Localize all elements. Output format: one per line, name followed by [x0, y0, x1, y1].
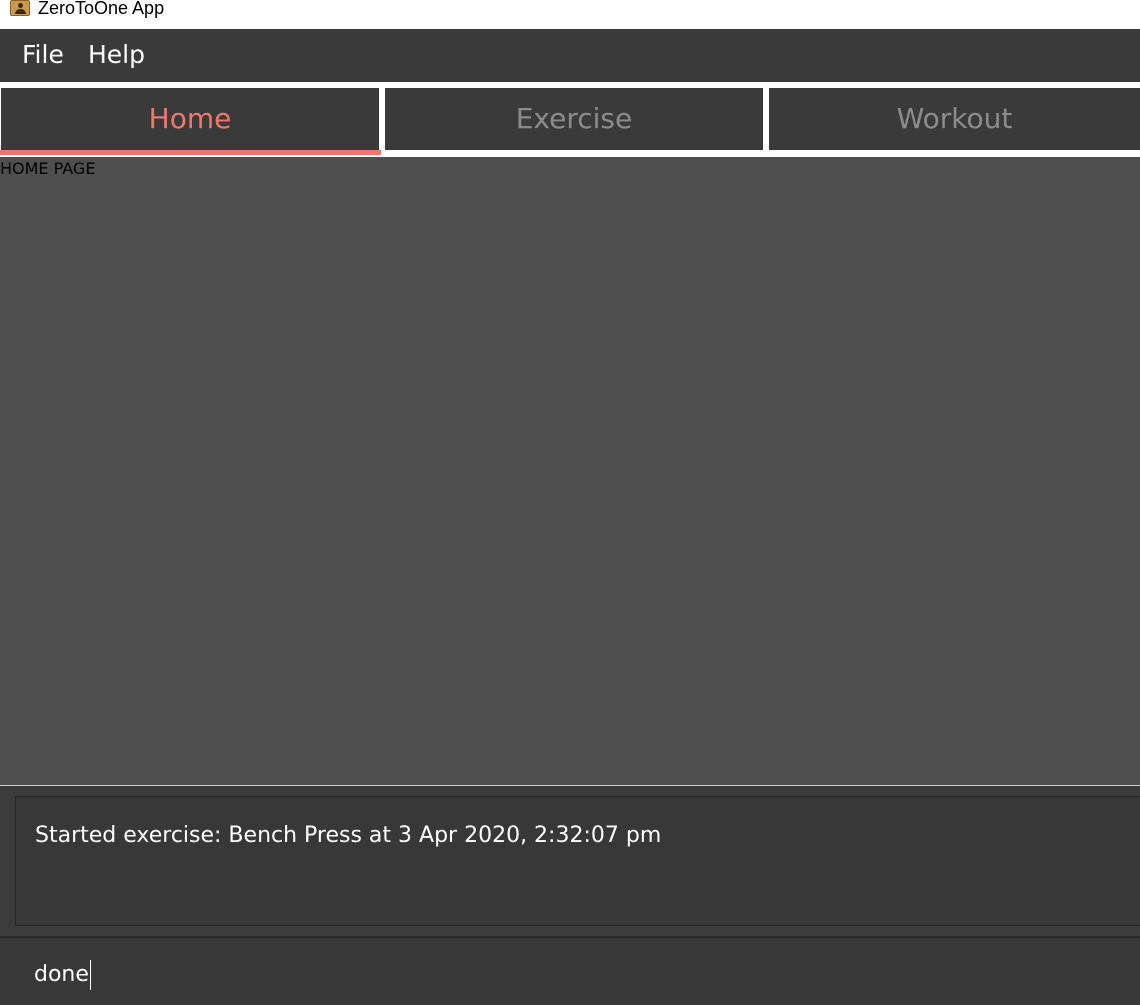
menu-file[interactable]: File: [22, 39, 64, 71]
tab-exercise[interactable]: Exercise: [385, 88, 763, 150]
command-input-value: done: [34, 962, 89, 987]
page-title: HOME PAGE: [0, 159, 96, 178]
app-contact-icon: [10, 0, 30, 16]
command-box[interactable]: done: [0, 936, 1140, 1005]
text-caret: [89, 960, 91, 990]
home-page-panel: HOME PAGE: [0, 157, 1140, 785]
menu-help[interactable]: Help: [88, 39, 145, 71]
result-display-area: Started exercise: Bench Press at 3 Apr 2…: [0, 786, 1140, 936]
tab-home[interactable]: Home: [1, 88, 379, 150]
tab-workout[interactable]: Workout: [769, 88, 1140, 150]
result-display: Started exercise: Bench Press at 3 Apr 2…: [15, 796, 1140, 926]
window-title: ZeroToOne App: [38, 0, 165, 18]
selected-tab-indicator: [0, 150, 381, 155]
command-input[interactable]: done: [34, 960, 91, 990]
title-bar: ZeroToOne App: [0, 0, 1140, 29]
result-message: Started exercise: Bench Press at 3 Apr 2…: [35, 823, 662, 848]
tab-strip: Home Exercise Workout: [0, 82, 1140, 157]
menu-bar: File Help: [0, 29, 1140, 82]
